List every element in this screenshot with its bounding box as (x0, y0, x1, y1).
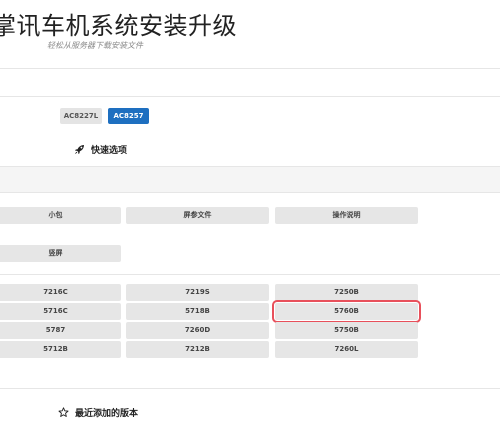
divider (0, 96, 500, 97)
version-button[interactable]: 5716C (0, 303, 121, 320)
divider (0, 274, 500, 275)
version-button[interactable]: 7212B (126, 341, 269, 358)
quick-option-small-package[interactable]: 小包 (0, 207, 121, 224)
divider (0, 68, 500, 69)
recent-versions-title: 最近添加的版本 (75, 409, 139, 419)
page-subtitle: 轻松从服务器下载安装文件 (47, 41, 143, 50)
rocket-icon (74, 145, 84, 155)
quick-option-instructions[interactable]: 操作说明 (275, 207, 418, 224)
version-button[interactable]: 5718B (126, 303, 269, 320)
star-outline-icon (58, 407, 69, 417)
version-button[interactable]: 7216C (0, 284, 121, 301)
quick-options-title: 快速选项 (91, 146, 128, 156)
divider (0, 388, 500, 389)
version-button[interactable]: 5787 (0, 322, 121, 339)
recent-versions-heading: 最近添加的版本 (58, 406, 138, 419)
quick-option-portrait[interactable]: 竖屏 (0, 245, 121, 262)
section-band (0, 167, 500, 192)
model-tab-ac8257[interactable]: AC8257 (108, 108, 149, 124)
page-title: 掌讯车机系统安装升级 (0, 12, 237, 40)
quick-options-heading: 快速选项 (74, 143, 127, 156)
version-button-selected[interactable]: 5760B (272, 300, 421, 323)
version-button[interactable]: 7250B (275, 284, 418, 301)
version-button[interactable]: 7219S (126, 284, 269, 301)
version-button[interactable]: 7260D (126, 322, 269, 339)
version-button[interactable]: 7260L (275, 341, 418, 358)
quick-option-screen-params[interactable]: 屏参文件 (126, 207, 269, 224)
model-tab-ac8227l[interactable]: AC8227L (60, 108, 102, 124)
version-button[interactable]: 5712B (0, 341, 121, 358)
version-button[interactable]: 5750B (275, 322, 418, 339)
divider (0, 192, 500, 193)
